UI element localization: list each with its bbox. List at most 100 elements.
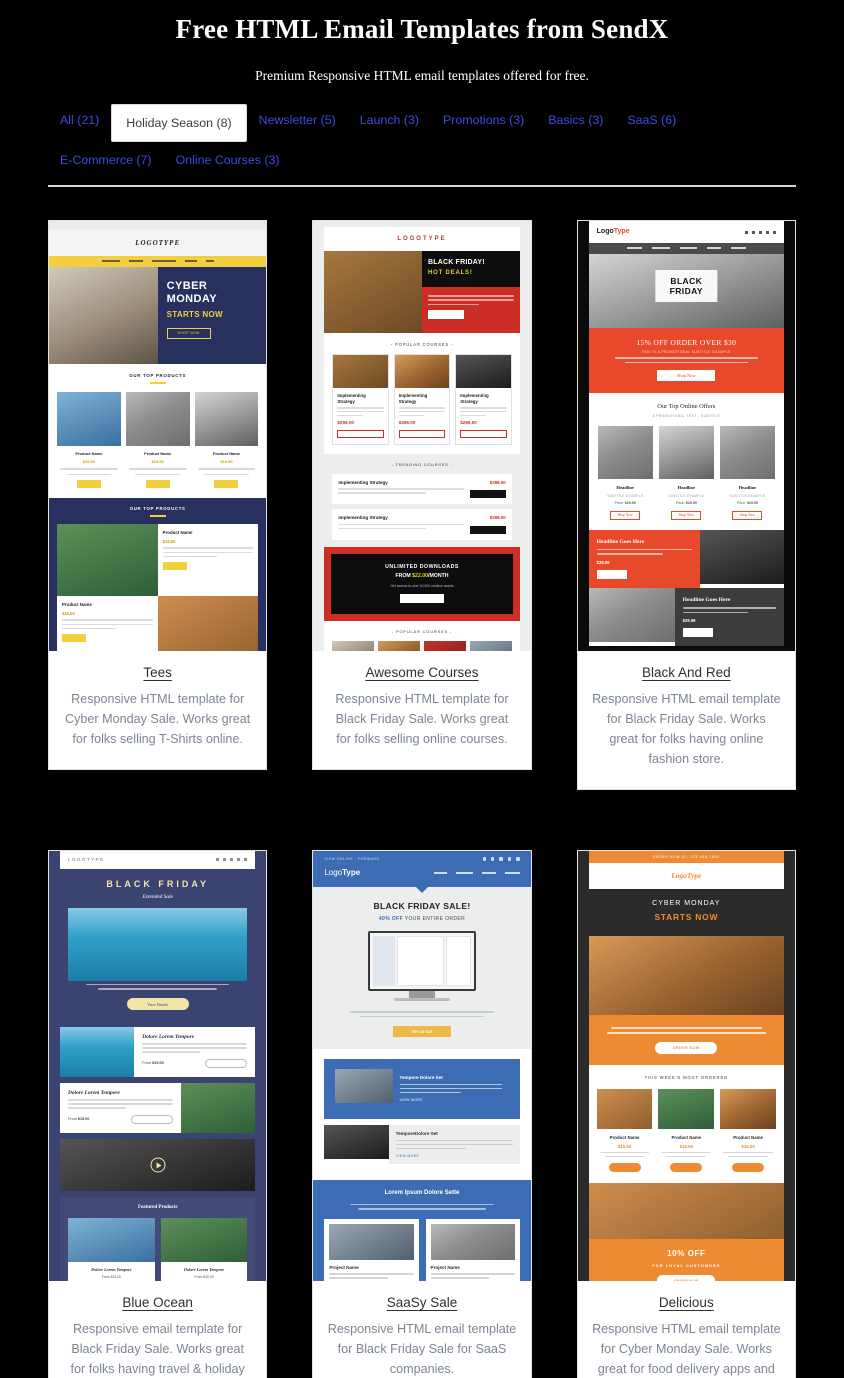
product-item: Product Name $15.50 xyxy=(57,392,121,489)
template-thumbnail-black-and-red[interactable]: LogoType BLACK FRIDAY 15% OFF ORDER OVER… xyxy=(577,221,795,651)
preview-logo: LOGOTYPE xyxy=(397,236,447,242)
featured-item: Dolore Lorem Tempore From $15.00 xyxy=(68,1218,155,1281)
tab-e-commerce[interactable]: E-Commerce (7) xyxy=(48,144,164,176)
product-price: $15.50 xyxy=(151,459,164,465)
offers-section: Our Top Online Offers A PROMOTIONAL TEXT… xyxy=(588,393,784,530)
banner-button xyxy=(596,570,627,580)
tab-promotions[interactable]: Promotions (3) xyxy=(431,104,536,136)
preview-hero: BLACK FRIDAY xyxy=(588,253,784,328)
template-card-saasy-sale[interactable]: VIEW ONLINE · FORWARD LogoType BLACK FRI… xyxy=(312,850,532,1378)
tab-saas[interactable]: SaaS (6) xyxy=(615,104,688,136)
product-item: Product Name $15.50 xyxy=(596,1089,653,1173)
tab-all[interactable]: All (21) xyxy=(48,104,111,136)
offer-line1: 10% OFF xyxy=(667,1249,706,1259)
product-price: $15.50 xyxy=(679,1143,694,1149)
template-thumbnail-delicious[interactable]: ORDER NOW AT: 123-456-7890 LogoType CYBE… xyxy=(577,851,795,1281)
product-name: Product Name xyxy=(733,1135,763,1141)
preview-logo: LogoType xyxy=(588,863,784,890)
email-preview-awesome-courses: LOGOTYPE BLACK FRIDAY! HOT DEALS! - POPU… xyxy=(313,221,531,651)
template-card-tees[interactable]: LOGOTYPE CYBER MONDAY STARTS NOW SHOP NO… xyxy=(48,220,268,770)
product-price: $15.50 xyxy=(62,610,75,616)
hero-line1: BLACK xyxy=(670,276,703,287)
offer-button: ORDER NOW xyxy=(657,1275,716,1281)
item-sub: SUBTITLE EXAMPLE xyxy=(729,494,766,499)
featured-item: Dolore Lorem Tempore From $15.00 xyxy=(160,1218,248,1281)
hero-photo xyxy=(68,907,248,981)
featured-heading: Featured Products xyxy=(137,1205,178,1211)
offer-item: Headline SUBTITLE EXAMPLE Price: $29.99 … xyxy=(658,426,714,520)
hero-photo xyxy=(324,250,422,333)
templates-page: Free HTML Email Templates from SendX Pre… xyxy=(0,0,844,1378)
course-button xyxy=(337,429,384,438)
product-item: Product Name $15.50 xyxy=(720,1089,776,1173)
course-price: $299.00 xyxy=(489,479,506,485)
project-title: Project Name xyxy=(430,1264,460,1270)
promo-button xyxy=(399,594,444,604)
template-card-awesome-courses[interactable]: LOGOTYPE BLACK FRIDAY! HOT DEALS! - POPU… xyxy=(312,220,532,770)
course-row: Implementing Strategy $299.00 Implementi… xyxy=(324,353,520,454)
template-name-link[interactable]: Delicious xyxy=(659,1295,714,1310)
featured-title: Dolore Lorem Tempore xyxy=(91,1267,132,1273)
template-name-link[interactable]: Blue Ocean xyxy=(122,1295,193,1310)
section-heading: OUR TOP PRODUCTS xyxy=(129,372,187,378)
template-card-blue-ocean[interactable]: LOGOTYPE BLACK FRIDAY Extended Sale View… xyxy=(48,850,268,1378)
product-button xyxy=(732,1163,765,1173)
banner-price: $29.99 xyxy=(682,618,696,624)
course-button xyxy=(469,525,506,534)
template-card-delicious[interactable]: ORDER NOW AT: 123-456-7890 LogoType CYBE… xyxy=(576,850,796,1378)
template-thumbnail-tees[interactable]: LOGOTYPE CYBER MONDAY STARTS NOW SHOP NO… xyxy=(49,221,267,651)
promo-line1: UNLIMITED DOWNLOADS xyxy=(385,563,459,570)
tab-online-courses[interactable]: Online Courses (3) xyxy=(164,144,292,176)
product-name: Product Name xyxy=(62,602,92,608)
social-icons xyxy=(216,858,248,862)
offer-item: Headline SUBTITLE EXAMPLE Price: $29.99 … xyxy=(597,426,653,520)
promo-suffix: /MONTH xyxy=(428,573,449,580)
course-price: $299.00 xyxy=(337,420,354,426)
template-name-link[interactable]: Tees xyxy=(143,665,172,680)
template-caption: Delicious Responsive HTML email template… xyxy=(578,1281,795,1378)
tab-launch[interactable]: Launch (3) xyxy=(348,104,431,136)
product-name: Product Name xyxy=(212,451,241,457)
item-sub: SUBTITLE EXAMPLE xyxy=(668,494,705,499)
offer-button: Shop Now xyxy=(657,370,716,382)
template-thumbnail-saasy-sale[interactable]: VIEW ONLINE · FORWARD LogoType BLACK FRI… xyxy=(313,851,531,1281)
template-thumbnail-blue-ocean[interactable]: LOGOTYPE BLACK FRIDAY Extended Sale View… xyxy=(49,851,267,1281)
offers-heading: Our Top Online Offers xyxy=(657,403,716,411)
item-button: Shop Now xyxy=(671,510,702,520)
product-button xyxy=(214,480,239,489)
template-name-link[interactable]: Awesome Courses xyxy=(365,665,478,680)
template-name-link[interactable]: SaaSy Sale xyxy=(387,1295,458,1310)
template-caption: Tees Responsive HTML template for Cyber … xyxy=(49,651,266,769)
preview-logo: LogoType xyxy=(596,228,630,235)
feature-section: Tempore Dolore Set VIEW MORE TemporeDolo… xyxy=(313,1049,531,1181)
banner-left: Headline Goes Here $29.99 xyxy=(588,529,784,589)
hero-line2: MONDAY xyxy=(166,292,217,305)
template-description: Responsive email template for Black Frid… xyxy=(70,1322,245,1376)
banner-headline: Headline Goes Here xyxy=(682,597,731,604)
course-title: Implementing Strategy xyxy=(337,392,366,404)
promo-prefix: FROM xyxy=(395,573,413,580)
tab-holiday-season[interactable]: Holiday Season (8) xyxy=(111,104,247,142)
top-strip: ORDER NOW AT: 123-456-7890 xyxy=(588,851,784,863)
template-card-black-and-red[interactable]: LogoType BLACK FRIDAY 15% OFF ORDER OVER… xyxy=(576,220,796,790)
preview-hero: BLACK FRIDAY SALE! 40% OFF YOUR ENTIRE O… xyxy=(313,887,531,1050)
hero-button: View Details xyxy=(126,998,189,1011)
section-popular: - POPULAR COURSES - xyxy=(324,332,520,354)
trending-section: - TRENDING COURSES - Implementing Strate… xyxy=(324,453,520,547)
hero-text: CYBER MONDAY STARTS NOW SHOP NOW xyxy=(157,266,267,364)
template-caption: Blue Ocean Responsive email template for… xyxy=(49,1281,266,1378)
featured-price: From $15.00 xyxy=(194,1274,214,1279)
banner-line1: CYBER MONDAY xyxy=(652,900,721,908)
dark-heading: OUR TOP PRODUCTS xyxy=(129,506,186,512)
hero-title: BLACK FRIDAY xyxy=(106,878,209,889)
template-name-link[interactable]: Black And Red xyxy=(642,665,731,680)
tab-basics[interactable]: Basics (3) xyxy=(536,104,615,136)
preview-dark-section: OUR TOP PRODUCTS Product Name $15.50 Pro… xyxy=(49,498,267,651)
featured-title: Dolore Lorem Tempore xyxy=(183,1267,225,1273)
hero-photo xyxy=(49,266,158,364)
project-card: Project Name Price: $60.00 xyxy=(324,1218,419,1281)
tab-newsletter[interactable]: Newsletter (5) xyxy=(247,104,348,136)
email-preview-black-and-red: LogoType BLACK FRIDAY 15% OFF ORDER OVER… xyxy=(577,221,795,651)
template-thumbnail-awesome-courses[interactable]: LOGOTYPE BLACK FRIDAY! HOT DEALS! - POPU… xyxy=(313,221,531,651)
social-icons xyxy=(744,230,776,234)
